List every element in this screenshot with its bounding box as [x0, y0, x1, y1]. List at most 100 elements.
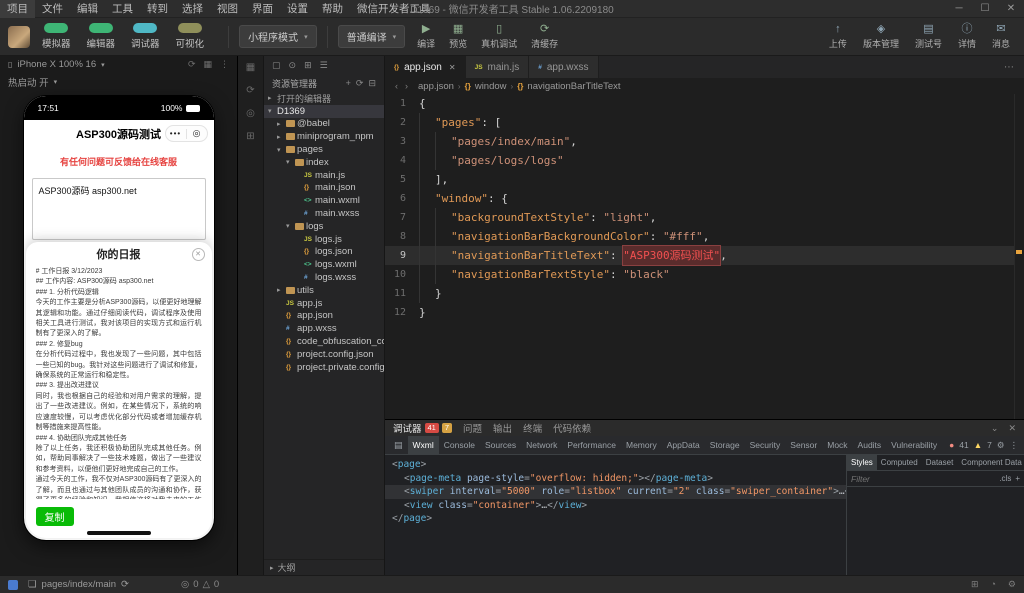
- tree-item[interactable]: ▸utils: [264, 284, 384, 297]
- styles-tab-dataset[interactable]: Dataset: [922, 455, 958, 470]
- grid-icon[interactable]: ▦: [203, 59, 212, 70]
- search-icon[interactable]: ⊙: [289, 60, 297, 71]
- editor-tab[interactable]: #app.wxss: [529, 56, 598, 78]
- editor-tab[interactable]: JSmain.js: [466, 56, 530, 78]
- toolbar-action-button[interactable]: ◈版本管理: [863, 23, 899, 50]
- list-icon[interactable]: ☰: [320, 60, 328, 71]
- device-toolbar-icon[interactable]: ▤: [389, 440, 408, 451]
- devtools-tab-security[interactable]: Security: [745, 436, 786, 455]
- toolbar-toggle[interactable]: 编辑器: [87, 23, 116, 50]
- tree-item[interactable]: JSlogs.js: [264, 233, 384, 246]
- tree-item[interactable]: {}project.private.config.js...: [264, 361, 384, 374]
- chevron-down-icon[interactable]: ⌄: [991, 423, 999, 434]
- add-style-icon[interactable]: +: [1015, 474, 1020, 483]
- toolbar-action-button[interactable]: ▯真机调试: [481, 23, 517, 50]
- toolbar-toggle[interactable]: 可视化: [176, 23, 205, 50]
- devtools-tab-audits[interactable]: Audits: [853, 436, 887, 455]
- debugger-panel-tab[interactable]: 调试器417: [393, 421, 452, 435]
- more-icon[interactable]: ⋮: [1010, 440, 1019, 451]
- back-icon[interactable]: ‹: [395, 81, 398, 91]
- gear-icon[interactable]: ⚙: [1008, 579, 1016, 590]
- code-line[interactable]: 1{: [385, 94, 1024, 113]
- modal-close-icon[interactable]: ✕: [192, 248, 205, 261]
- refresh-icon[interactable]: ⟳: [121, 579, 129, 590]
- user-avatar[interactable]: [8, 26, 30, 48]
- menu-item[interactable]: 视图: [210, 0, 245, 18]
- close-icon[interactable]: ✕: [1008, 423, 1016, 434]
- code-editor[interactable]: 1{2"pages": [3"pages/index/main",4"pages…: [385, 94, 1024, 419]
- tree-item[interactable]: ▾index: [264, 156, 384, 169]
- menu-item[interactable]: 转到: [140, 0, 175, 18]
- breadcrumb-item[interactable]: window: [475, 81, 507, 92]
- tree-item[interactable]: ▾pages: [264, 143, 384, 156]
- menu-item[interactable]: 帮助: [315, 0, 350, 18]
- wechat-capsule-button[interactable]: ••• ◎: [165, 125, 208, 142]
- forward-icon[interactable]: ›: [405, 81, 408, 91]
- editor-tab[interactable]: {}app.json✕: [385, 56, 466, 78]
- code-line[interactable]: 3"pages/index/main",: [385, 132, 1024, 151]
- tree-item[interactable]: ▸@babel: [264, 118, 384, 131]
- tree-item[interactable]: ▾logs: [264, 220, 384, 233]
- copy-button[interactable]: 复制: [36, 507, 74, 526]
- menu-item[interactable]: 选择: [175, 0, 210, 18]
- wxml-node[interactable]: <swiper interval="5000" role="listbox" c…: [385, 485, 846, 499]
- code-line[interactable]: 5],: [385, 170, 1024, 189]
- clock-icon[interactable]: ◔: [990, 579, 995, 590]
- toolbar-action-button[interactable]: ✉消息: [992, 23, 1010, 50]
- devtools-tab-wxml[interactable]: Wxml: [408, 436, 439, 455]
- debugger-panel-tab[interactable]: 终端: [523, 421, 542, 435]
- minimize-icon[interactable]: ─: [946, 0, 972, 18]
- tree-item[interactable]: {}app.json: [264, 310, 384, 323]
- code-line[interactable]: 7"backgroundTextStyle": "light",: [385, 208, 1024, 227]
- restart-mode-selector[interactable]: 热启动 开 ▾: [0, 73, 237, 90]
- gear-icon[interactable]: ⚙: [997, 440, 1005, 451]
- tree-item[interactable]: ▾D1369: [264, 105, 384, 118]
- code-line[interactable]: 9"navigationBarTitleText": "ASP300源码测试",: [385, 246, 1024, 265]
- tree-item[interactable]: {}project.config.json: [264, 348, 384, 361]
- code-line[interactable]: 12}: [385, 303, 1024, 322]
- tree-item[interactable]: {}main.json: [264, 182, 384, 195]
- styles-tab-component-data[interactable]: Component Data: [957, 455, 1024, 470]
- tree-item[interactable]: JSapp.js: [264, 297, 384, 310]
- close-icon[interactable]: ✕: [998, 0, 1024, 18]
- tree-item[interactable]: #logs.wxss: [264, 271, 384, 284]
- maximize-icon[interactable]: ☐: [972, 0, 998, 18]
- devtools-tab-network[interactable]: Network: [521, 436, 562, 455]
- toolbar-action-button[interactable]: ⟳清缓存: [531, 23, 558, 50]
- code-line[interactable]: 10"navigationBarTextStyle": "black": [385, 265, 1024, 284]
- toolbar-action-button[interactable]: ▶编译: [417, 23, 435, 50]
- toolbar-toggle[interactable]: 调试器: [131, 23, 160, 50]
- files-icon[interactable]: ▢: [272, 60, 281, 71]
- wxml-node[interactable]: <page>: [385, 458, 846, 472]
- debugger-panel-tab[interactable]: 问题: [463, 421, 482, 435]
- tree-item[interactable]: ▸打开的编辑器: [264, 92, 384, 105]
- devtools-tab-storage[interactable]: Storage: [705, 436, 745, 455]
- devtools-tab-appdata[interactable]: AppData: [662, 436, 705, 455]
- grid-icon[interactable]: ⊞: [304, 60, 312, 71]
- tree-item[interactable]: <>logs.wxml: [264, 258, 384, 271]
- breadcrumb-item[interactable]: app.json: [418, 81, 454, 92]
- wxml-node[interactable]: </page>: [385, 512, 846, 526]
- toolbar-action-button[interactable]: ▦预览: [449, 23, 467, 50]
- close-icon[interactable]: ✕: [449, 63, 456, 72]
- current-page-path[interactable]: ❏ pages/index/main ⟳: [28, 579, 129, 590]
- more-icon[interactable]: •••: [166, 129, 186, 138]
- wxml-node[interactable]: <view class="container">…</view>: [385, 499, 846, 513]
- devtools-tab-sources[interactable]: Sources: [480, 436, 521, 455]
- breadcrumb-item[interactable]: navigationBarTitleText: [527, 81, 620, 92]
- compile-mode-select[interactable]: 普通编译 ▾: [338, 25, 406, 48]
- menu-item[interactable]: 工具: [105, 0, 140, 18]
- menu-item[interactable]: 项目: [0, 0, 35, 18]
- styles-tab-styles[interactable]: Styles: [847, 455, 877, 470]
- filter-input[interactable]: [851, 474, 995, 484]
- add-panel-icon[interactable]: ⊞: [246, 131, 254, 142]
- toolbar-action-button[interactable]: ▤测试号: [915, 23, 942, 50]
- more-icon[interactable]: ⋮: [220, 59, 229, 70]
- devtools-tab-memory[interactable]: Memory: [621, 436, 662, 455]
- toolbar-action-button[interactable]: ⓘ详情: [958, 23, 976, 50]
- outline-section[interactable]: ▸ 大纲: [264, 559, 384, 575]
- phone-textarea[interactable]: ASP300源码 asp300.net: [32, 178, 206, 240]
- wxml-node[interactable]: <page-meta page-style="overflow: hidden;…: [385, 472, 846, 486]
- grid-icon[interactable]: ⊞: [971, 579, 979, 590]
- rotate-icon[interactable]: ⟳: [188, 59, 196, 70]
